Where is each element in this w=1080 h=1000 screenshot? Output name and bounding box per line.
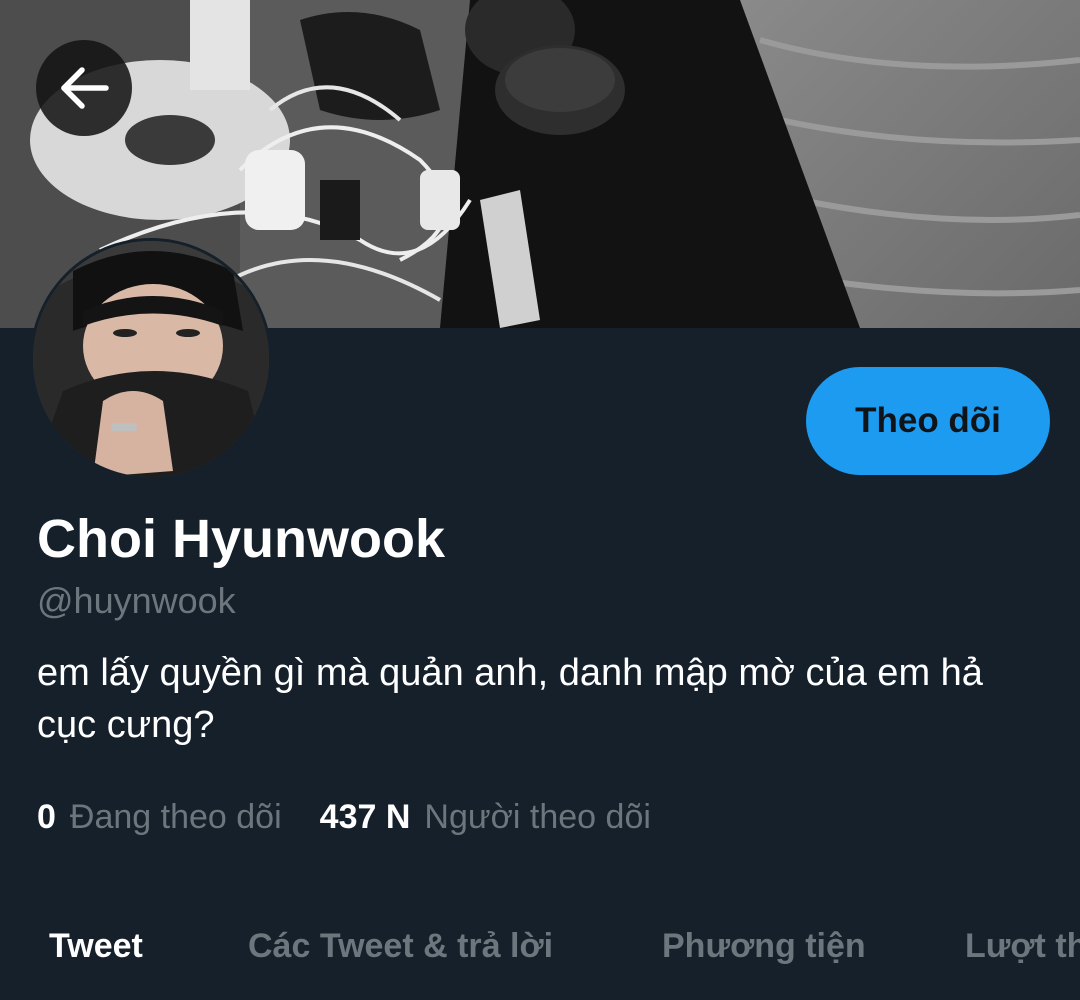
following-count: 0 [37, 798, 56, 836]
tab-tweets[interactable]: Tweet [49, 927, 143, 966]
profile-tabs: Tweet Các Tweet & trả lời Phương tiện Lư… [0, 905, 1080, 1000]
display-name: Choi Hyunwook [37, 509, 445, 569]
followers-link[interactable]: 437 N Người theo dõi [320, 798, 651, 837]
follow-button[interactable]: Theo dõi [806, 367, 1050, 475]
tab-tweets-and-replies[interactable]: Các Tweet & trả lời [248, 927, 553, 966]
arrow-left-icon [61, 67, 109, 109]
followers-count: 437 N [319, 798, 411, 836]
tab-media[interactable]: Phương tiện [662, 927, 866, 966]
user-handle: @huynwook [37, 580, 236, 621]
back-button[interactable] [36, 40, 132, 136]
following-label: Đang theo dõi [69, 798, 282, 836]
avatar-photo [33, 241, 269, 477]
followers-label: Người theo dõi [424, 798, 651, 836]
profile-bio: em lấy quyền gì mà quản anh, danh mập mờ… [37, 652, 983, 746]
tab-likes[interactable]: Lượt thích [965, 927, 1080, 966]
avatar[interactable] [30, 238, 272, 480]
profile-page: Theo dõi Choi Hyunwook @huynwook em lấy … [0, 0, 1080, 1000]
follow-stats: 0 Đang theo dõi 437 N Người theo dõi [37, 798, 651, 837]
following-link[interactable]: 0 Đang theo dõi [37, 798, 282, 837]
